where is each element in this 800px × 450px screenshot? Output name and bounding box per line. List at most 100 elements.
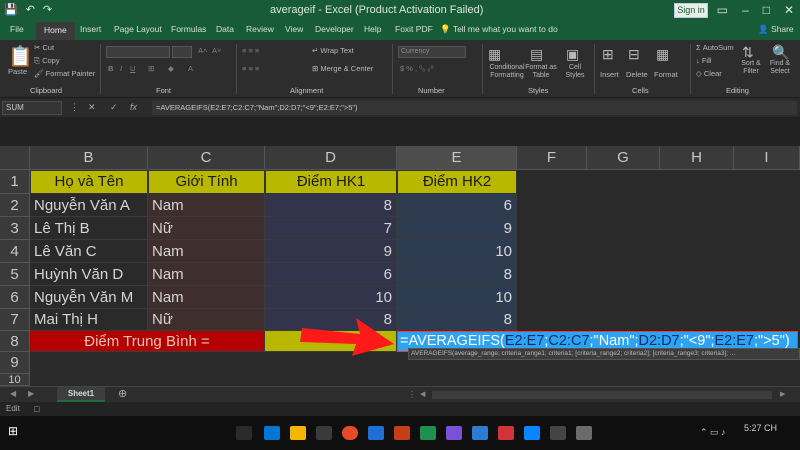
insert-cells-button[interactable]: Insert: [600, 70, 619, 79]
cell-e2[interactable]: 6: [397, 194, 517, 217]
scroll-right-icon[interactable]: ▶: [28, 389, 34, 398]
tab-view[interactable]: View: [285, 24, 303, 34]
powerpoint-icon[interactable]: [394, 426, 410, 440]
cell-b1[interactable]: Họ và Tên: [30, 170, 148, 194]
cell-b6[interactable]: Nguyễn Văn M: [30, 286, 148, 309]
app-icon-5[interactable]: [576, 426, 592, 440]
cell-d3[interactable]: 7: [265, 217, 397, 240]
align-left-icon[interactable]: ≡ ≡ ≡: [242, 64, 259, 73]
insert-function-icon[interactable]: fx: [130, 102, 137, 112]
borders-icon[interactable]: ⊞: [148, 64, 154, 73]
tab-file[interactable]: File: [10, 24, 24, 34]
column-header-h[interactable]: H: [660, 146, 734, 170]
search-icon[interactable]: [236, 426, 252, 440]
delete-cells-button[interactable]: Delete: [626, 70, 648, 79]
cell-e7[interactable]: 8: [397, 309, 517, 331]
undo-icon[interactable]: ↶: [26, 3, 35, 16]
cancel-icon[interactable]: ✕: [88, 102, 96, 113]
select-all-corner[interactable]: [0, 146, 30, 170]
formula-input[interactable]: =AVERAGEIFS(E2:E7;C2:C7;"Nam";D2:D7;"<9"…: [152, 101, 797, 115]
tab-help[interactable]: Help: [364, 24, 381, 34]
underline-icon[interactable]: U: [130, 64, 135, 73]
cell-d2[interactable]: 8: [265, 194, 397, 217]
word-icon[interactable]: [472, 426, 488, 440]
cell-c7[interactable]: Nữ: [148, 309, 265, 331]
paste-icon[interactable]: 📋: [8, 44, 33, 69]
cell-d1[interactable]: Điểm HK1: [265, 170, 397, 194]
excel-icon[interactable]: [420, 426, 436, 440]
number-format-box[interactable]: Currency: [398, 46, 466, 58]
redo-icon[interactable]: ↷: [43, 3, 52, 16]
sheet-tab-sheet1[interactable]: Sheet1: [57, 387, 105, 402]
bold-icon[interactable]: B: [108, 64, 113, 73]
cell-d4[interactable]: 9: [265, 240, 397, 263]
delete-cells-icon[interactable]: ⊟: [628, 46, 640, 63]
tab-developer[interactable]: Developer: [315, 24, 354, 34]
horizontal-scrollbar[interactable]: [432, 391, 772, 399]
cell-e1[interactable]: Điểm HK2: [397, 170, 517, 194]
cell-b3[interactable]: Lê Thị B: [30, 217, 148, 240]
format-cells-button[interactable]: Format: [654, 70, 678, 79]
format-cells-icon[interactable]: ▦: [656, 46, 669, 63]
name-box[interactable]: SUM: [2, 101, 62, 115]
chrome-icon[interactable]: [342, 426, 358, 440]
font-color-icon[interactable]: A: [188, 64, 193, 73]
cell-styles-icon[interactable]: ▣: [566, 46, 579, 63]
sign-in-button[interactable]: Sign in: [674, 3, 708, 18]
font-name-box[interactable]: [106, 46, 170, 58]
app-icon-2[interactable]: [498, 426, 514, 440]
cell-c4[interactable]: Nam: [148, 240, 265, 263]
row-header-1[interactable]: 1: [0, 170, 30, 194]
cell-e5[interactable]: 8: [397, 263, 517, 286]
cell-b4[interactable]: Lê Văn C: [30, 240, 148, 263]
start-windows-icon[interactable]: ⊞: [8, 424, 24, 438]
merge-center-button[interactable]: ⊞ Merge & Center: [312, 64, 373, 73]
column-header-i[interactable]: I: [734, 146, 800, 170]
tab-page-layout[interactable]: Page Layout: [114, 24, 162, 34]
format-as-table-button[interactable]: Format as Table: [524, 64, 558, 80]
cell-c3[interactable]: Nữ: [148, 217, 265, 240]
tell-me-search[interactable]: 💡 Tell me what you want to do: [440, 24, 558, 35]
font-size-box[interactable]: [172, 46, 192, 58]
app-icon-3[interactable]: [524, 426, 540, 440]
row-header-9[interactable]: 9: [0, 352, 30, 374]
copy-button[interactable]: ⎘ Copy: [34, 56, 60, 66]
row-header-4[interactable]: 4: [0, 240, 30, 263]
cut-button[interactable]: ✂ Cut: [34, 43, 54, 52]
cell-b5[interactable]: Huỳnh Văn D: [30, 263, 148, 286]
row-header-2[interactable]: 2: [0, 194, 30, 217]
row-header-5[interactable]: 5: [0, 263, 30, 286]
align-top-icon[interactable]: ≡ ≡ ≡: [242, 46, 259, 55]
cell-e6[interactable]: 10: [397, 286, 517, 309]
save-icon[interactable]: 💾: [4, 3, 18, 16]
row-header-7[interactable]: 7: [0, 309, 30, 331]
italic-icon[interactable]: I: [120, 64, 122, 73]
paste-button[interactable]: Paste: [8, 67, 27, 76]
column-header-e[interactable]: E: [397, 146, 517, 170]
enter-icon[interactable]: ✓: [110, 102, 118, 113]
conditional-formatting-icon[interactable]: ▦: [488, 46, 501, 63]
find-select-icon[interactable]: 🔍: [772, 44, 789, 61]
column-header-c[interactable]: C: [148, 146, 265, 170]
cell-c6[interactable]: Nam: [148, 286, 265, 309]
tab-review[interactable]: Review: [246, 24, 274, 34]
taskbar-clock[interactable]: 5:27 CH: [744, 422, 777, 434]
minimize-icon[interactable]: –: [742, 3, 749, 17]
conditional-formatting-button[interactable]: Conditional Formatting: [486, 64, 528, 80]
autosum-button[interactable]: Σ AutoSum: [696, 43, 734, 52]
ribbon-display-icon[interactable]: ▭: [717, 3, 728, 17]
row-header-8[interactable]: 8: [0, 331, 30, 352]
sort-filter-button[interactable]: Sort & Filter: [738, 60, 764, 76]
cell-c1[interactable]: Giới Tính: [148, 170, 265, 194]
row-header-3[interactable]: 3: [0, 217, 30, 240]
grow-font-icon[interactable]: A˄: [198, 46, 207, 55]
cell-b8-average-label[interactable]: Điểm Trung Bình =: [30, 331, 265, 352]
sort-filter-icon[interactable]: ⇅: [742, 44, 754, 61]
tab-home[interactable]: Home: [36, 22, 75, 40]
add-sheet-icon[interactable]: ⊕: [118, 387, 127, 400]
tab-data[interactable]: Data: [216, 24, 234, 34]
cell-d6[interactable]: 10: [265, 286, 397, 309]
cell-styles-button[interactable]: Cell Styles: [560, 64, 590, 80]
cell-b2[interactable]: Nguyễn Văn A: [30, 194, 148, 217]
column-header-d[interactable]: D: [265, 146, 397, 170]
